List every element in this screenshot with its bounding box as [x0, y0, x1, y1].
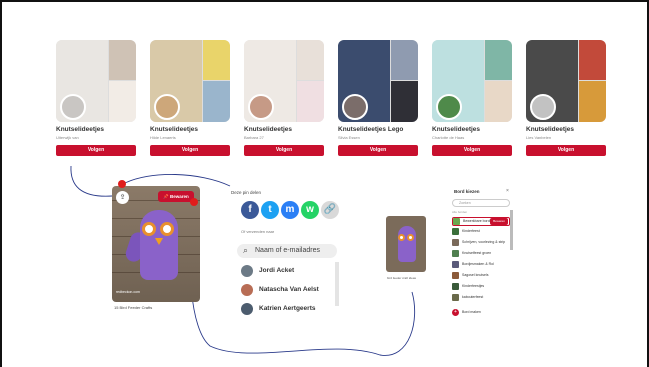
- contact-name: Natascha Van Aelst: [259, 286, 319, 293]
- owl-beak: [155, 238, 163, 245]
- board-thumbnail: [452, 294, 459, 301]
- contact-scrollbar[interactable]: [335, 262, 339, 306]
- share-panel: Deze pin delen f t m w 🔗 Of verzenden naar ⌕…: [229, 188, 341, 318]
- pin-card[interactable]: redbeckon.com ⇪ 📌 Bewaren 15 Bird Feeder…: [112, 186, 200, 314]
- avatar: [241, 284, 253, 296]
- picker-scrollbar[interactable]: [510, 210, 513, 250]
- board-option-label: Schrijven, voorlezing & strip: [462, 240, 506, 244]
- whatsapp-icon[interactable]: w: [301, 201, 319, 219]
- owl-eye: [407, 234, 414, 241]
- search-icon: ⌕: [243, 245, 249, 255]
- board-option[interactable]: Bordjesmaken & Rol: [452, 261, 510, 270]
- owl-eye: [160, 222, 174, 236]
- board-option-label: Bordjesmaken & Rol: [462, 262, 494, 266]
- contact-search-placeholder: Naam of e-mailadres: [255, 247, 320, 254]
- board-thumbnail: [452, 261, 459, 268]
- create-board-label: Bord maken: [462, 310, 481, 314]
- board-thumbnail: [452, 228, 459, 235]
- board-option[interactable]: Bewerkbare borden Bewaren: [452, 217, 510, 226]
- board-option-label: Sagosel knutsels: [462, 273, 489, 277]
- board-picker: Bord kiezen × Zoeken Alle borden Bewerkb…: [444, 188, 516, 318]
- contact-item[interactable]: Jordi Acket: [241, 264, 335, 280]
- twitter-icon[interactable]: t: [261, 201, 279, 219]
- board-search-input[interactable]: Zoeken: [452, 199, 510, 207]
- close-icon[interactable]: ×: [506, 188, 509, 194]
- board-thumbnail: [452, 272, 459, 279]
- pin-preview-image: [386, 216, 426, 272]
- pin-caption: 15 Bird Feeder Crafts: [114, 305, 153, 310]
- annotation-dot: [118, 180, 126, 188]
- annotation-dot: [190, 198, 198, 206]
- board-option-label: kabouterfeest: [462, 295, 484, 299]
- contact-item[interactable]: Natascha Van Aelst: [241, 283, 335, 299]
- board-option[interactable]: Kinderfeestjes: [452, 283, 510, 292]
- save-label: Bewaren: [170, 194, 189, 199]
- board-option[interactable]: kabouterfeest: [452, 294, 510, 303]
- ink-line-board-to-pin: [70, 165, 113, 197]
- save-button[interactable]: 📌 Bewaren: [158, 191, 194, 202]
- messenger-icon[interactable]: m: [281, 201, 299, 219]
- contact-item[interactable]: Katrien Aertgeerts: [241, 302, 335, 318]
- board-option[interactable]: Sagosel knutsels: [452, 272, 510, 281]
- contact-name: Katrien Aertgeerts: [259, 305, 316, 312]
- board-option[interactable]: Knutselfeest groen: [452, 250, 510, 259]
- board-option-label: Kinderfeestjes: [462, 284, 485, 288]
- picker-header: Bord kiezen: [454, 189, 480, 194]
- plus-icon: +: [452, 309, 459, 316]
- board-thumbnail: [452, 250, 459, 257]
- avatar: [241, 303, 253, 315]
- board-thumbnail: [452, 283, 459, 290]
- share-header: Deze pin delen: [231, 190, 262, 195]
- ink-line-share-to-panel: [122, 174, 231, 187]
- avatar: [241, 265, 253, 277]
- board-option[interactable]: Schrijven, voorlezing & strip: [452, 239, 510, 248]
- board-option-label: Kinderfeest: [462, 229, 480, 233]
- link-icon[interactable]: 🔗: [321, 201, 339, 219]
- board-option-label: Knutselfeest groen: [462, 251, 492, 255]
- owl-eye: [142, 222, 156, 236]
- all-boards-label: Alle borden: [452, 210, 468, 214]
- send-to-label: Of verzenden naar: [241, 229, 275, 234]
- board-save-button[interactable]: Bewaren: [490, 218, 508, 225]
- pin-preview: bird feeder craft ideas: [386, 216, 426, 286]
- contact-name: Jordi Acket: [259, 267, 295, 274]
- create-board-button[interactable]: + Bord maken: [452, 309, 510, 317]
- facebook-icon[interactable]: f: [241, 201, 259, 219]
- contact-search-input[interactable]: ⌕ Naam of e-mailadres: [237, 244, 337, 258]
- board-option[interactable]: Kinderfeest: [452, 228, 510, 237]
- upload-icon[interactable]: ⇪: [116, 191, 129, 204]
- owl-body: [140, 210, 178, 280]
- board-option-label: Bewerkbare borden: [463, 219, 494, 223]
- pin-source: redbeckon.com: [116, 290, 140, 294]
- board-thumbnail: [452, 239, 459, 246]
- owl-body: [398, 226, 416, 262]
- share-icons: f t m w 🔗: [229, 201, 339, 221]
- pin-preview-caption: bird feeder craft ideas: [387, 276, 417, 280]
- board-thumbnail: [453, 218, 460, 225]
- owl-eye: [398, 234, 405, 241]
